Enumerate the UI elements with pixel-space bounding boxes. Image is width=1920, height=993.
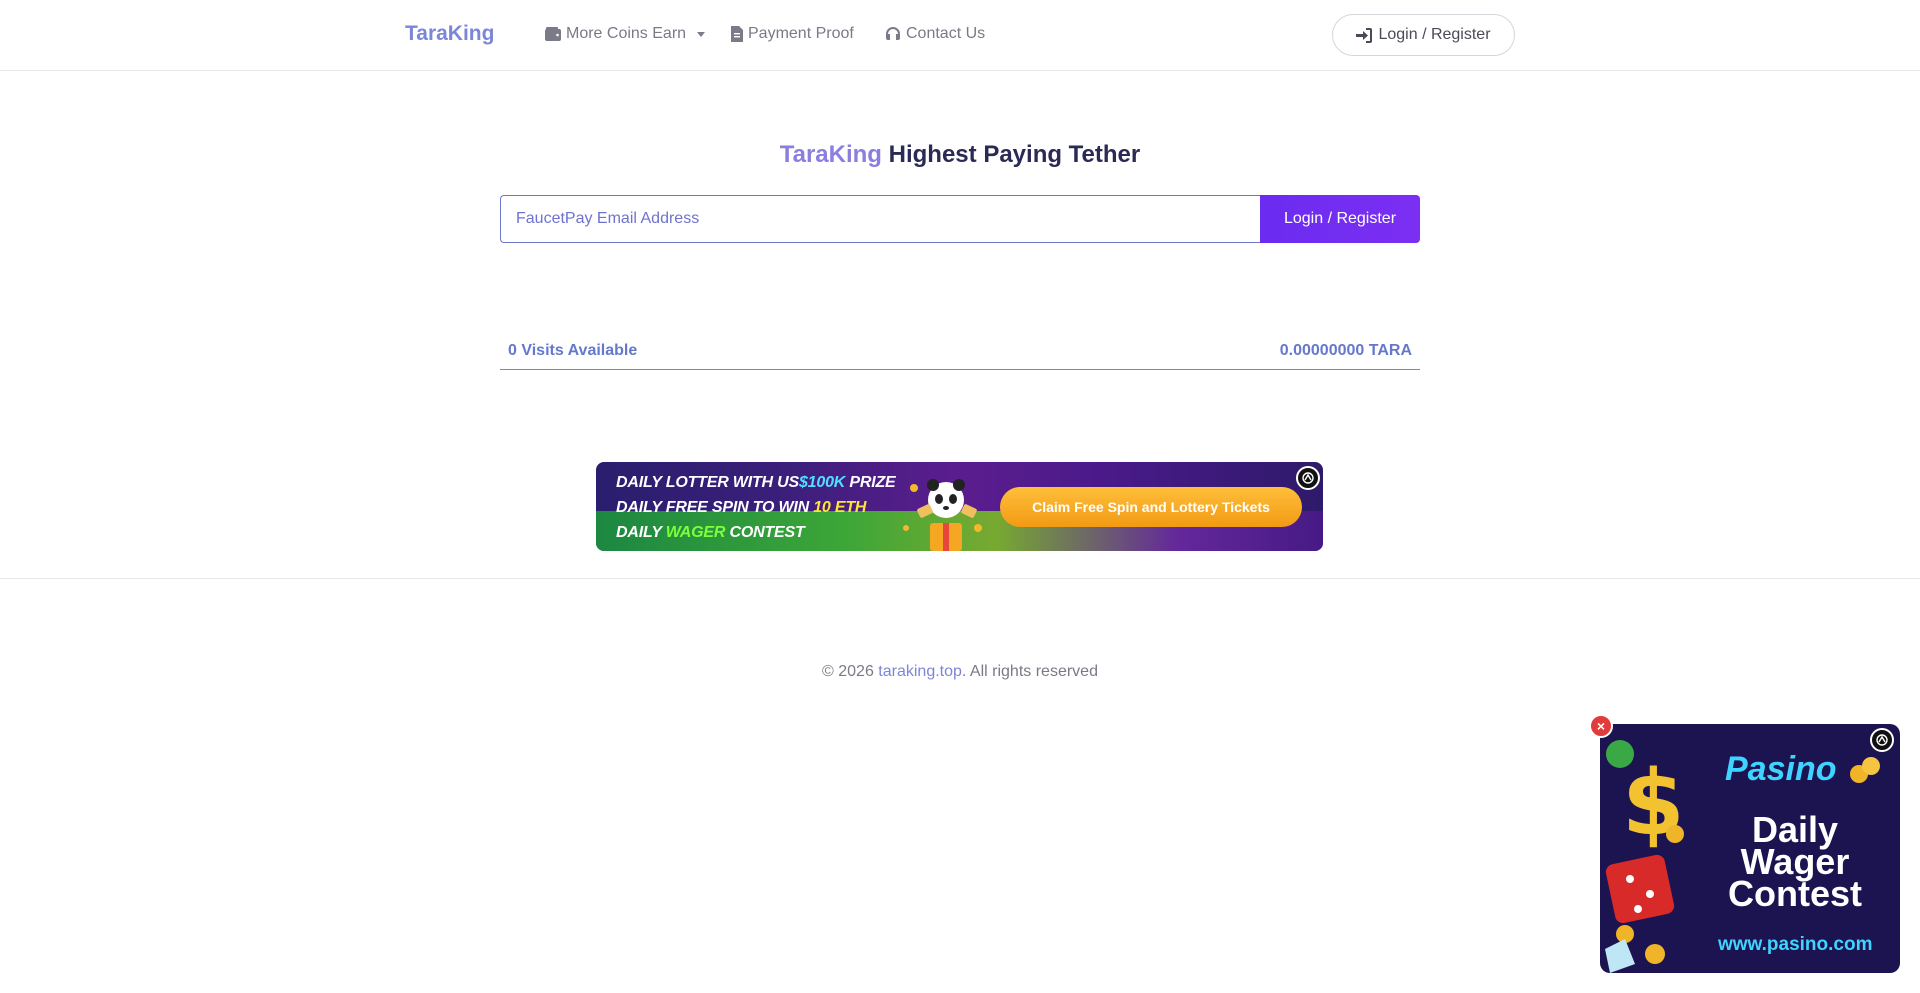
stats-bar: 0 Visits Available 0.00000000 TARA: [500, 338, 1420, 370]
nav-payment-proof[interactable]: Payment Proof: [731, 25, 854, 43]
login-form: Login / Register: [500, 195, 1420, 243]
adchoices-icon[interactable]: [1296, 466, 1320, 490]
side-ad-url: www.pasino.com: [1718, 934, 1873, 955]
banner-line2-b: 10 ETH: [813, 499, 867, 516]
banner-line2-a: DAILY FREE SPIN TO WIN: [616, 499, 814, 516]
side-ad[interactable]: $ Pasino Daily Wager Contest www.pasino.…: [1600, 724, 1900, 973]
footer-divider: [0, 578, 1920, 579]
page-title: TaraKing Highest Paying Tether: [0, 141, 1920, 169]
footer-suffix: . All rights reserved: [961, 663, 1098, 680]
login-register-button[interactable]: Login / Register: [1332, 14, 1515, 56]
nav-more-coins-earn-label: More Coins Earn: [566, 25, 687, 42]
chevron-down-icon: [697, 31, 706, 37]
submit-login-button[interactable]: Login / Register: [1260, 195, 1420, 243]
nav-contact-us-label: Contact Us: [906, 25, 986, 42]
coins-icon: [1850, 757, 1880, 783]
nav-payment-proof-label: Payment Proof: [748, 25, 854, 42]
nav-contact-us[interactable]: Contact Us: [885, 25, 985, 43]
banner-ad-text: DAILY LOTTER WITH US$100K PRIZE DAILY FR…: [616, 470, 896, 545]
receipt-icon: [731, 26, 743, 42]
side-ad-title-line: Contest: [1728, 873, 1862, 914]
nav-more-coins-earn[interactable]: More Coins Earn: [545, 25, 706, 43]
side-ad-title: Daily Wager Contest: [1700, 812, 1890, 914]
navbar: TaraKing More Coins Earn Payment Proof C…: [0, 0, 1920, 71]
footer-prefix: © 2026: [822, 663, 879, 680]
balance-amount: 0.00000000 TARA: [1279, 342, 1412, 359]
wallet-icon: [545, 27, 561, 41]
footer-copyright: © 2026 taraking.top. All rights reserved: [0, 663, 1920, 681]
headset-icon: [886, 27, 900, 40]
banner-line3-a: DAILY: [616, 524, 666, 541]
panda-mascot-icon: [903, 479, 982, 551]
footer-site-link[interactable]: taraking.top: [878, 663, 962, 680]
banner-line1-b: $100K: [798, 474, 846, 491]
banner-line3-c: CONTEST: [725, 524, 805, 541]
page-title-rest: Highest Paying Tether: [888, 141, 1141, 168]
claim-free-spin-button[interactable]: Claim Free Spin and Lottery Tickets: [1000, 487, 1302, 527]
close-ad-button[interactable]: ×: [1589, 714, 1613, 738]
login-register-label: Login / Register: [1378, 26, 1491, 43]
email-field[interactable]: [500, 195, 1260, 243]
banner-line1-a: DAILY LOTTER WITH US: [616, 474, 799, 491]
dollar-dice-illustration-icon: $: [1605, 740, 1685, 973]
adchoices-icon[interactable]: [1870, 728, 1894, 752]
banner-line3-b: WAGER: [665, 524, 726, 541]
brand-logo[interactable]: TaraKing: [405, 22, 494, 46]
pasino-logo: Pasino: [1725, 750, 1837, 788]
sign-in-icon: [1356, 27, 1373, 43]
banner-line1-c: PRIZE: [845, 474, 896, 491]
page-title-accent: TaraKing: [779, 141, 882, 168]
banner-ad[interactable]: DAILY LOTTER WITH US$100K PRIZE DAILY FR…: [596, 462, 1323, 551]
visits-available: 0 Visits Available: [508, 342, 638, 359]
